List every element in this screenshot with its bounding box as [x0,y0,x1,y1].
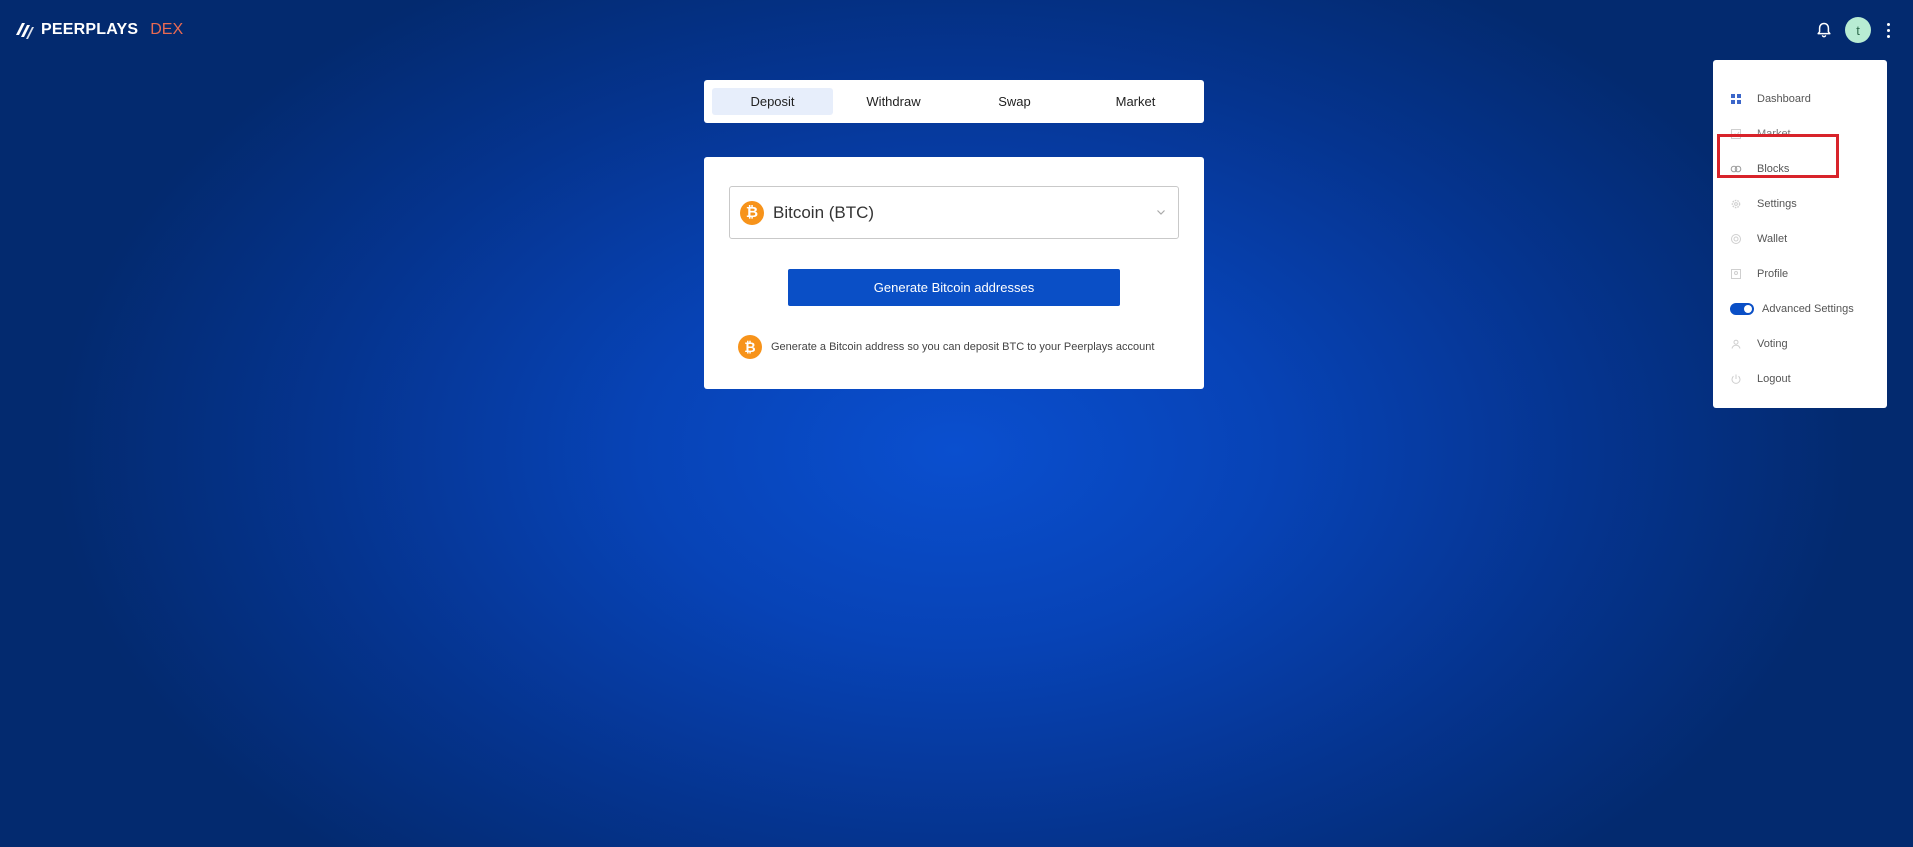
menu-item-label: Profile [1757,267,1789,280]
header-actions: t [1815,17,1893,43]
menu-item-label: Wallet [1757,232,1788,245]
advanced-settings-toggle[interactable] [1730,302,1754,315]
avatar[interactable]: t [1845,17,1871,43]
more-menu-icon[interactable] [1883,19,1893,41]
menu-item-advanced-settings[interactable]: Advanced Settings [1713,291,1887,326]
blocks-icon [1730,165,1742,172]
tab-swap[interactable]: Swap [954,88,1075,115]
menu-item-label: Settings [1757,197,1797,210]
avatar-initial: t [1856,22,1860,38]
bitcoin-icon: ₿ [740,200,764,225]
bitcoin-icon: ₿ [738,335,762,359]
menu-item-label: Market [1757,127,1791,140]
menu-item-label: Dashboard [1757,92,1811,105]
main-menu-dropdown: Dashboard Market Blocks Settings Wallet [1713,60,1887,408]
logo-text: PEERPLAYS [41,21,139,38]
deposit-info-text: Generate a Bitcoin address so you can de… [771,341,1155,353]
bell-icon[interactable] [1815,21,1833,39]
voting-icon [1731,339,1741,349]
menu-item-dashboard[interactable]: Dashboard [1713,81,1887,116]
menu-item-label: Voting [1757,337,1788,350]
app-logo[interactable]: PEERPLAYS DEX [13,18,183,42]
profile-icon [1731,268,1741,279]
market-icon [1731,128,1741,139]
asset-select-value: Bitcoin (BTC) [773,202,875,222]
menu-item-label: Logout [1757,372,1791,385]
deposit-card: ₿ Bitcoin (BTC) Generate Bitcoin address… [704,157,1204,389]
logo-suffix: DEX [150,21,184,38]
gateway-tabs: Deposit Withdraw Swap Market [704,80,1204,123]
asset-select[interactable]: ₿ Bitcoin (BTC) [729,186,1179,239]
chevron-down-icon [1157,210,1165,215]
menu-item-voting[interactable]: Voting [1713,326,1887,361]
dashboard-icon [1731,93,1741,104]
gear-icon [1731,199,1741,208]
power-icon [1731,374,1741,384]
menu-item-market[interactable]: Market [1713,116,1887,151]
menu-item-label: Advanced Settings [1762,302,1854,315]
menu-item-logout[interactable]: Logout [1713,361,1887,396]
wallet-icon [1731,233,1741,244]
tab-withdraw[interactable]: Withdraw [833,88,954,115]
menu-item-wallet[interactable]: Wallet [1713,221,1887,256]
peerplays-logo-icon [16,23,34,39]
tab-market[interactable]: Market [1075,88,1196,115]
menu-item-settings[interactable]: Settings [1713,186,1887,221]
menu-item-label: Blocks [1757,162,1790,175]
menu-item-blocks[interactable]: Blocks [1713,151,1887,186]
menu-item-profile[interactable]: Profile [1713,256,1887,291]
deposit-info: ₿ Generate a Bitcoin address so you can … [738,335,1154,359]
tab-deposit[interactable]: Deposit [712,88,833,115]
generate-addresses-button[interactable]: Generate Bitcoin addresses [788,269,1120,306]
